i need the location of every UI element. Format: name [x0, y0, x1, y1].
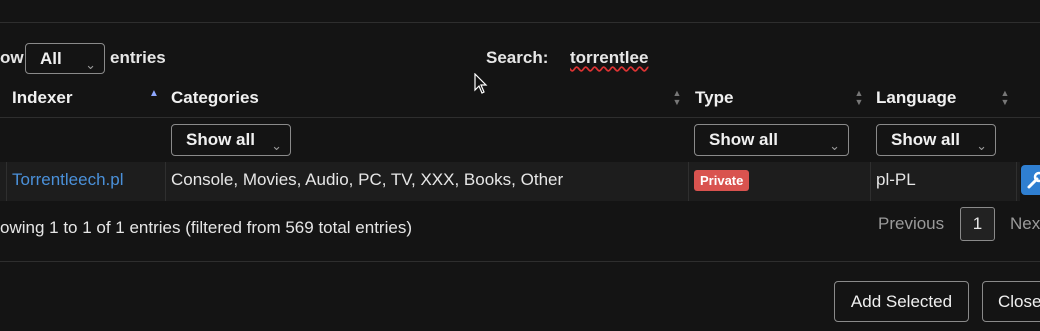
chevron-down-icon: ⌄: [85, 57, 96, 72]
length-select[interactable]: All ⌄: [25, 43, 105, 74]
categories-filter-value: Show all: [186, 130, 255, 149]
header-divider: [0, 117, 1040, 118]
cell-divider: [688, 162, 689, 201]
length-select-value: All: [40, 49, 62, 68]
search-input[interactable]: torrentlee: [562, 42, 862, 74]
type-filter-value: Show all: [709, 130, 778, 149]
column-header-categories[interactable]: Categories: [171, 88, 259, 108]
footer-divider: [0, 261, 1040, 262]
type-filter-select[interactable]: Show all ⌄: [694, 124, 849, 156]
cell-divider: [165, 162, 166, 201]
type-badge: Private: [694, 170, 750, 191]
column-header-indexer[interactable]: Indexer: [12, 88, 72, 108]
language-cell: pl-PL: [876, 170, 916, 189]
sort-icon[interactable]: ▲ ▼: [853, 89, 865, 107]
categories-filter-select[interactable]: Show all ⌄: [171, 124, 291, 156]
triangle-up-icon[interactable]: ▲: [149, 88, 159, 99]
chevron-down-icon: ⌄: [976, 138, 987, 153]
cell-divider: [6, 162, 7, 201]
add-selected-button[interactable]: Add Selected: [834, 281, 969, 322]
sort-icon[interactable]: ▲ ▼: [999, 89, 1011, 107]
search-label: Search:: [486, 48, 549, 67]
configure-button[interactable]: [1021, 165, 1040, 195]
pagination-next[interactable]: Nex: [1010, 214, 1040, 234]
chevron-down-icon: ⌄: [271, 138, 282, 153]
language-filter-value: Show all: [891, 130, 960, 149]
cell-divider: [870, 162, 871, 201]
length-menu-suffix: entries: [110, 48, 166, 67]
top-divider: [0, 22, 1040, 23]
mouse-cursor-icon: [474, 73, 488, 94]
pagination-page-label: 1: [972, 214, 983, 233]
length-menu-prefix: ow: [0, 48, 24, 67]
language-filter-select[interactable]: Show all ⌄: [876, 124, 996, 156]
search-input-value: torrentlee: [570, 48, 649, 67]
wrench-icon: [1027, 171, 1040, 189]
indexer-link[interactable]: Torrentleech.pl: [12, 170, 124, 190]
cell-divider: [1016, 162, 1017, 201]
column-header-language[interactable]: Language: [876, 88, 956, 108]
categories-cell: Console, Movies, Audio, PC, TV, XXX, Boo…: [171, 170, 564, 189]
pagination-previous[interactable]: Previous: [878, 214, 944, 234]
close-button[interactable]: Close: [982, 281, 1040, 322]
sort-icon[interactable]: ▲ ▼: [671, 89, 683, 107]
chevron-down-icon: ⌄: [829, 138, 840, 153]
table-info: owing 1 to 1 of 1 entries (filtered from…: [0, 218, 412, 237]
pagination-page-1[interactable]: 1: [960, 207, 995, 241]
column-header-type[interactable]: Type: [695, 88, 733, 108]
